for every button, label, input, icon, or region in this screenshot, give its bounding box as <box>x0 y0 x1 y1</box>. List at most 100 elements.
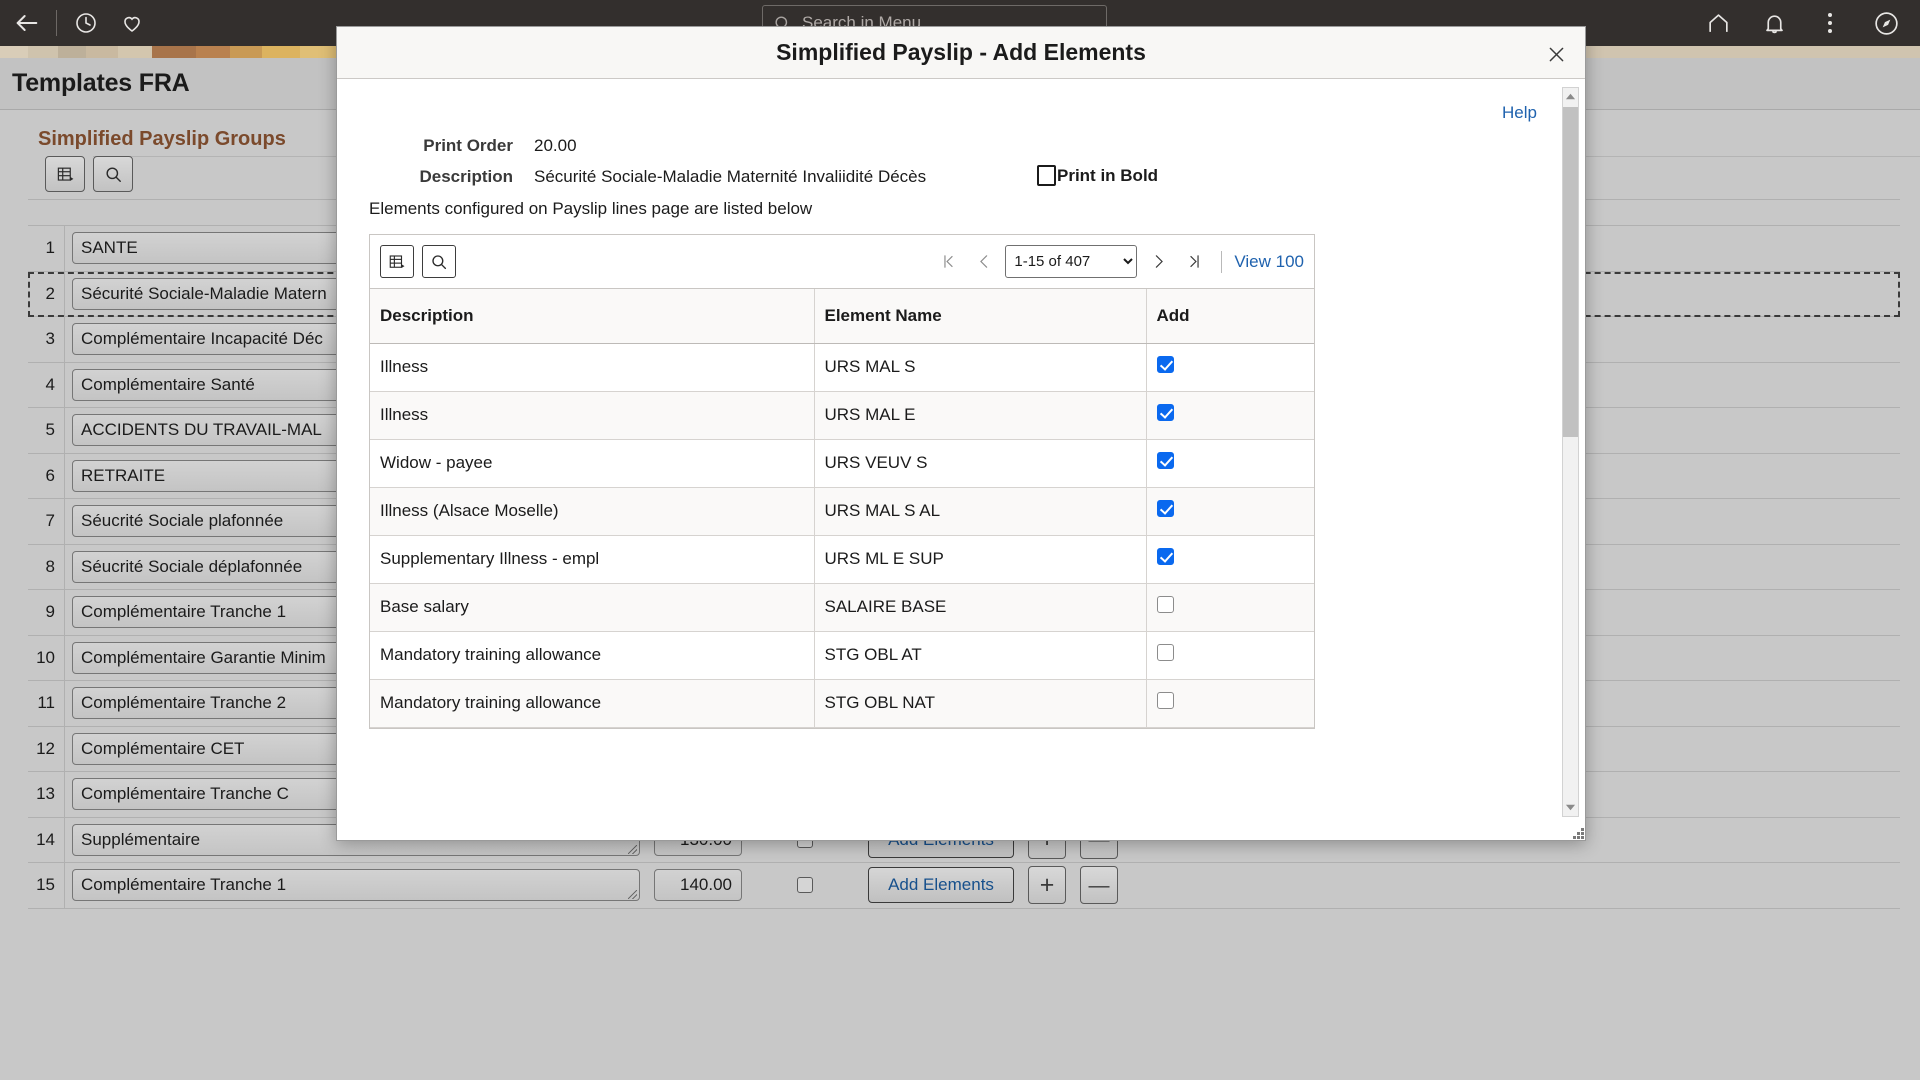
page-range-select[interactable]: 1-15 of 40716-30 of 40731-45 of 407 <box>1005 245 1138 278</box>
elements-grid: 1-15 of 40716-30 of 40731-45 of 407 View… <box>369 234 1315 729</box>
pager-divider <box>1221 250 1223 273</box>
row-number: 11 <box>37 693 55 713</box>
heart-icon[interactable] <box>109 0 155 46</box>
column-header-element-name[interactable]: Element Name <box>814 289 1147 344</box>
row-number: 7 <box>45 511 55 531</box>
first-page-icon[interactable] <box>933 247 963 277</box>
elements-table: Description Element Name Add Illness URS … <box>370 289 1314 728</box>
table-row[interactable]: Illness URS MAL S <box>370 343 1314 392</box>
kebab-menu-icon[interactable] <box>1802 0 1858 46</box>
table-row[interactable]: Mandatory training allowance STG OBL NAT <box>370 679 1314 728</box>
modal-header: Simplified Payslip - Add Elements <box>337 27 1585 79</box>
cell-element-name: URS ML E SUP <box>814 535 1147 584</box>
elements-grid-toolbar: 1-15 of 40716-30 of 40731-45 of 407 View… <box>370 235 1314 289</box>
table-row[interactable]: Widow - payee URS VEUV S <box>370 439 1314 488</box>
cell-element-name: URS MAL S AL <box>814 487 1147 536</box>
cell-add <box>1146 679 1314 728</box>
pagination-controls: 1-15 of 40716-30 of 40731-45 of 407 View… <box>933 245 1304 278</box>
help-link[interactable]: Help <box>1502 103 1537 123</box>
scrollbar-thumb[interactable] <box>1563 107 1578 437</box>
print-order-field: Print Order 20.00 <box>397 136 577 156</box>
add-checkbox[interactable] <box>1156 596 1174 613</box>
page-title: Templates FRA <box>12 69 190 97</box>
row-number: 14 <box>36 829 55 849</box>
compass-icon[interactable] <box>1858 0 1914 46</box>
add-elements-modal: Simplified Payslip - Add Elements Help P… <box>336 26 1586 841</box>
row-number: 9 <box>45 602 55 622</box>
bell-icon[interactable] <box>1746 0 1802 46</box>
description-label: Description <box>419 167 513 186</box>
print-order-value: 20.00 <box>534 136 577 155</box>
column-header-add[interactable]: Add <box>1146 289 1314 344</box>
cell-element-name: SALAIRE BASE <box>814 583 1147 632</box>
resize-handle-icon[interactable] <box>1570 825 1584 839</box>
add-checkbox[interactable] <box>1156 644 1174 661</box>
cell-add <box>1146 535 1314 584</box>
cell-description: Widow - payee <box>370 439 815 488</box>
cell-description: Mandatory training allowance <box>370 631 815 680</box>
cell-element-name: URS VEUV S <box>814 439 1147 488</box>
row-button-cell: Add Elements <box>861 867 1021 904</box>
row-checkbox-cell <box>749 877 861 894</box>
close-icon[interactable] <box>1541 39 1571 69</box>
table-row[interactable]: Supplementary Illness - empl URS ML E SUP <box>370 535 1314 584</box>
cell-description: Illness <box>370 343 815 392</box>
add-checkbox[interactable] <box>1156 500 1174 517</box>
add-checkbox[interactable] <box>1156 548 1174 565</box>
view-all-link[interactable]: View 100 <box>1234 252 1304 272</box>
table-row[interactable]: 15 Complémentaire Tranche 1 140.00 Add Elem… <box>28 863 1900 909</box>
nav-divider <box>56 10 57 36</box>
table-row[interactable]: Illness (Alsace Moselle) URS MAL S AL <box>370 487 1314 536</box>
table-row[interactable]: Illness URS MAL E <box>370 391 1314 440</box>
row-description-input[interactable]: Complémentaire Tranche 1 <box>72 869 640 902</box>
add-row-button[interactable]: + <box>1028 866 1066 905</box>
print-in-bold-checkbox[interactable] <box>1037 165 1056 186</box>
modal-title: Simplified Payslip - Add Elements <box>776 39 1146 65</box>
add-checkbox[interactable] <box>1156 692 1174 709</box>
cell-element-name: URS MAL E <box>814 391 1147 440</box>
add-checkbox[interactable] <box>1156 404 1174 421</box>
column-header-description[interactable]: Description <box>370 289 815 344</box>
add-elements-button[interactable]: Add Elements <box>868 867 1014 904</box>
cell-element-name: STG OBL AT <box>814 631 1147 680</box>
row-number: 1 <box>45 238 55 258</box>
row-number: 4 <box>45 374 55 394</box>
row-number: 13 <box>36 784 55 804</box>
add-checkbox[interactable] <box>1156 356 1174 373</box>
modal-scrollbar[interactable] <box>1562 87 1579 817</box>
print-in-bold-checkbox-group[interactable]: Print in Bold <box>1037 165 1158 186</box>
table-row[interactable]: Base salary SALAIRE BASE <box>370 583 1314 632</box>
cell-description: Base salary <box>370 583 815 632</box>
scroll-up-icon[interactable] <box>1563 88 1578 105</box>
back-arrow-icon[interactable] <box>4 0 50 46</box>
table-header-row: Description Element Name Add <box>370 289 1314 344</box>
grid-personalize-icon[interactable] <box>45 156 85 192</box>
add-checkbox[interactable] <box>1156 452 1174 469</box>
last-page-icon[interactable] <box>1179 247 1209 277</box>
cell-element-name: STG OBL NAT <box>814 679 1147 728</box>
row-number: 2 <box>45 283 55 303</box>
grid-search-icon[interactable] <box>422 245 456 278</box>
remove-row-button[interactable]: — <box>1080 866 1118 905</box>
previous-page-icon[interactable] <box>969 247 999 277</box>
grid-personalize-icon[interactable] <box>380 245 414 278</box>
cell-add <box>1146 439 1314 488</box>
row-number: 5 <box>45 420 55 440</box>
cell-add <box>1146 631 1314 680</box>
row-checkbox[interactable] <box>797 877 813 894</box>
row-number: 15 <box>36 875 55 895</box>
cell-add <box>1146 487 1314 536</box>
row-number: 3 <box>45 329 55 349</box>
row-number: 12 <box>36 738 55 758</box>
scroll-down-icon[interactable] <box>1563 799 1578 816</box>
clock-icon[interactable] <box>63 0 109 46</box>
cell-add <box>1146 391 1314 440</box>
print-in-bold-label: Print in Bold <box>1057 165 1159 185</box>
table-row[interactable]: Mandatory training allowance STG OBL AT <box>370 631 1314 680</box>
cell-add <box>1146 583 1314 632</box>
row-value-input[interactable]: 140.00 <box>654 869 742 902</box>
row-number: 10 <box>36 647 55 667</box>
grid-search-icon[interactable] <box>93 156 133 192</box>
home-icon[interactable] <box>1690 0 1746 46</box>
next-page-icon[interactable] <box>1143 247 1173 277</box>
